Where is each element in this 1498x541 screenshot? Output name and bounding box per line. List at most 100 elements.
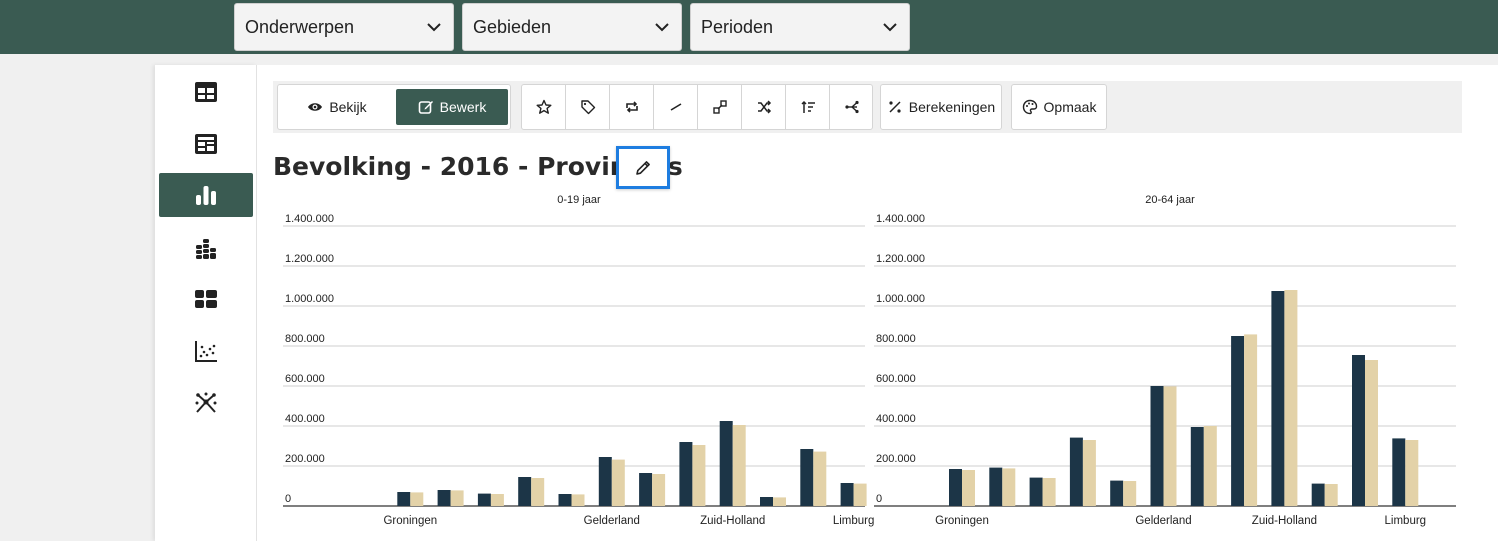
pencil-icon — [636, 160, 650, 175]
x-tick-label: Gelderland — [584, 515, 640, 527]
line-button[interactable] — [654, 85, 698, 129]
sidebar-item-scatter[interactable] — [159, 329, 253, 373]
bar — [1029, 477, 1043, 506]
sidebar-item-bar-chart[interactable] — [159, 173, 253, 217]
view-label: Bekijk — [329, 99, 367, 115]
bar — [571, 494, 585, 506]
bar — [1352, 355, 1365, 506]
edit-title-button[interactable] — [616, 146, 670, 189]
sort-button[interactable] — [786, 85, 830, 129]
dropdown-gebieden[interactable]: Gebieden — [462, 3, 682, 51]
layout-button[interactable]: Opmaak — [1011, 84, 1107, 130]
bar — [800, 449, 814, 506]
bar — [1190, 427, 1204, 506]
bar — [1244, 334, 1258, 506]
table-icon — [195, 82, 217, 102]
bar-chart-icon — [196, 186, 216, 205]
dropdown-perioden[interactable]: Perioden — [690, 3, 910, 51]
line-icon — [670, 103, 681, 111]
list-icon — [195, 290, 217, 308]
sort-icon — [800, 100, 815, 113]
bar — [773, 497, 786, 506]
resize-icon — [712, 100, 727, 114]
view-edit-toggle: Bekijk Bewerk — [277, 84, 511, 130]
y-tick-label: 1.000.000 — [876, 293, 925, 305]
bar — [611, 459, 625, 506]
icon-button-group — [521, 84, 873, 130]
shuffle-button[interactable] — [742, 85, 786, 129]
calculations-button[interactable]: Berekeningen — [880, 84, 1002, 130]
palette-icon — [1022, 99, 1037, 115]
bar — [1069, 437, 1083, 506]
bar — [853, 483, 867, 506]
y-tick-label: 1.000.000 — [285, 293, 334, 305]
bar — [1123, 481, 1137, 506]
dropdown-label: Gebieden — [473, 16, 552, 37]
y-tick-label: 200.000 — [876, 453, 916, 465]
bar — [1365, 360, 1378, 506]
chevron-down-icon — [883, 23, 897, 32]
percent-icon — [889, 101, 901, 113]
bar — [1042, 478, 1056, 506]
swap-button[interactable] — [610, 85, 654, 129]
label-button[interactable] — [566, 85, 610, 129]
sidebar-item-network[interactable] — [159, 381, 253, 425]
share-button[interactable] — [830, 85, 874, 129]
edit-button[interactable]: Bewerk — [396, 89, 508, 125]
network-icon — [195, 392, 217, 413]
x-tick-label: Groningen — [383, 515, 437, 527]
bar — [490, 494, 504, 506]
x-tick-label: Limburg — [833, 515, 875, 527]
y-tick-label: 800.000 — [876, 333, 916, 345]
bar — [1002, 468, 1016, 506]
bar — [1082, 440, 1096, 506]
bar — [397, 492, 411, 506]
x-tick-label: Zuid-Holland — [1252, 515, 1317, 527]
chart-title: 0-19 jaar — [557, 194, 601, 206]
bar — [437, 490, 451, 506]
view-button[interactable]: Bekijk — [278, 85, 396, 129]
bar — [1163, 386, 1177, 506]
x-tick-label: Gelderland — [1135, 515, 1191, 527]
y-tick-label: 600.000 — [876, 373, 916, 385]
y-tick-label: 1.400.000 — [876, 213, 925, 225]
x-tick-label: Limburg — [1385, 515, 1427, 527]
bar — [518, 477, 532, 506]
dashboard-icon — [195, 134, 217, 154]
y-tick-label: 0 — [285, 493, 291, 505]
bar — [1150, 386, 1164, 506]
scatter-icon — [195, 341, 217, 362]
share-icon — [845, 100, 859, 114]
bar — [949, 469, 962, 506]
chart-title: 20-64 jaar — [1145, 194, 1195, 206]
y-tick-label: 800.000 — [285, 333, 325, 345]
bar — [1271, 291, 1285, 506]
bar — [962, 470, 975, 506]
bar — [450, 490, 464, 506]
top-bar: Onderwerpen Gebieden Perioden — [0, 0, 1498, 54]
layout-label: Opmaak — [1043, 99, 1097, 115]
bar — [1284, 290, 1298, 506]
dropdown-onderwerpen[interactable]: Onderwerpen — [234, 3, 454, 51]
sidebar-item-stacked-chart[interactable] — [159, 226, 253, 270]
y-tick-label: 1.200.000 — [876, 253, 925, 265]
tag-icon — [580, 100, 595, 115]
swap-icon — [625, 101, 638, 113]
x-tick-label: Groningen — [935, 515, 989, 527]
bar — [719, 421, 733, 506]
bar — [692, 445, 706, 506]
bar — [558, 494, 572, 506]
bar — [840, 483, 854, 506]
edit-icon — [418, 101, 433, 114]
chevron-down-icon — [655, 23, 669, 32]
sidebar-item-dashboard[interactable] — [159, 122, 253, 166]
bar — [652, 474, 666, 506]
sidebar-item-list[interactable] — [159, 277, 253, 321]
sidebar-item-table[interactable] — [159, 70, 253, 114]
resize-button[interactable] — [698, 85, 742, 129]
bar — [1311, 483, 1325, 506]
bar — [1324, 484, 1338, 506]
y-tick-label: 600.000 — [285, 373, 325, 385]
favorite-button[interactable] — [522, 85, 566, 129]
bar — [760, 497, 773, 506]
